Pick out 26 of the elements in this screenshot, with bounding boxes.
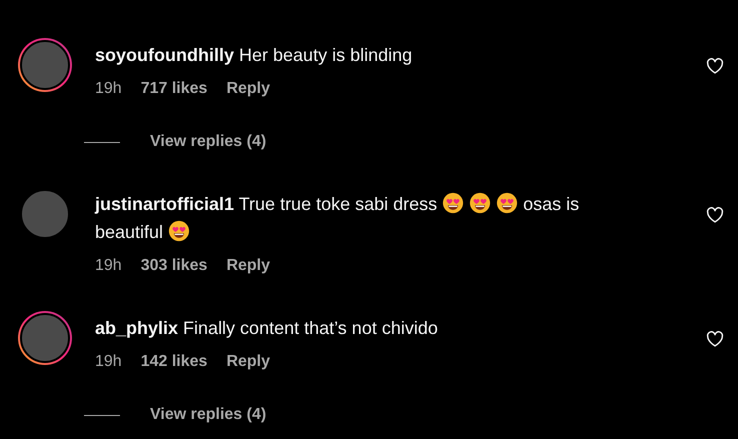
heart-icon[interactable] (706, 207, 724, 223)
reply-button[interactable]: Reply (226, 256, 270, 276)
reply-button[interactable]: Reply (226, 79, 270, 99)
likes-count[interactable]: 717 likes (140, 79, 208, 99)
comment-time: 19h (95, 256, 122, 276)
heart-eyes-emoji-icon (469, 192, 492, 214)
username[interactable]: ab_phylix (95, 318, 178, 338)
likes-count[interactable]: 303 likes (140, 256, 208, 276)
view-replies-button[interactable]: View replies (4) (150, 132, 266, 152)
heart-icon[interactable] (706, 58, 724, 74)
view-replies-button[interactable]: View replies (4) (150, 405, 266, 425)
comment-text: justinartofficial1 True true toke sabi dress osas is beautiful (95, 191, 580, 244)
heart-eyes-emoji-icon (168, 220, 190, 242)
heart-eyes-emoji-icon (496, 192, 518, 214)
comment-time: 19h (95, 79, 122, 99)
comment-text: soyoufoundhilly Her beauty is blinding (95, 44, 414, 67)
heart-eyes-emoji-icon (442, 192, 464, 214)
avatar[interactable] (18, 38, 72, 92)
avatar[interactable] (18, 311, 72, 365)
reply-button[interactable]: Reply (226, 352, 270, 372)
comment-text: ab_phylix Finally content that’s not chivido (95, 317, 439, 340)
username[interactable]: soyoufoundhilly (95, 45, 234, 65)
comment-time: 19h (95, 352, 122, 372)
username[interactable]: justinartofficial1 (95, 194, 234, 214)
likes-count[interactable]: 142 likes (140, 352, 208, 372)
heart-icon[interactable] (706, 331, 724, 347)
